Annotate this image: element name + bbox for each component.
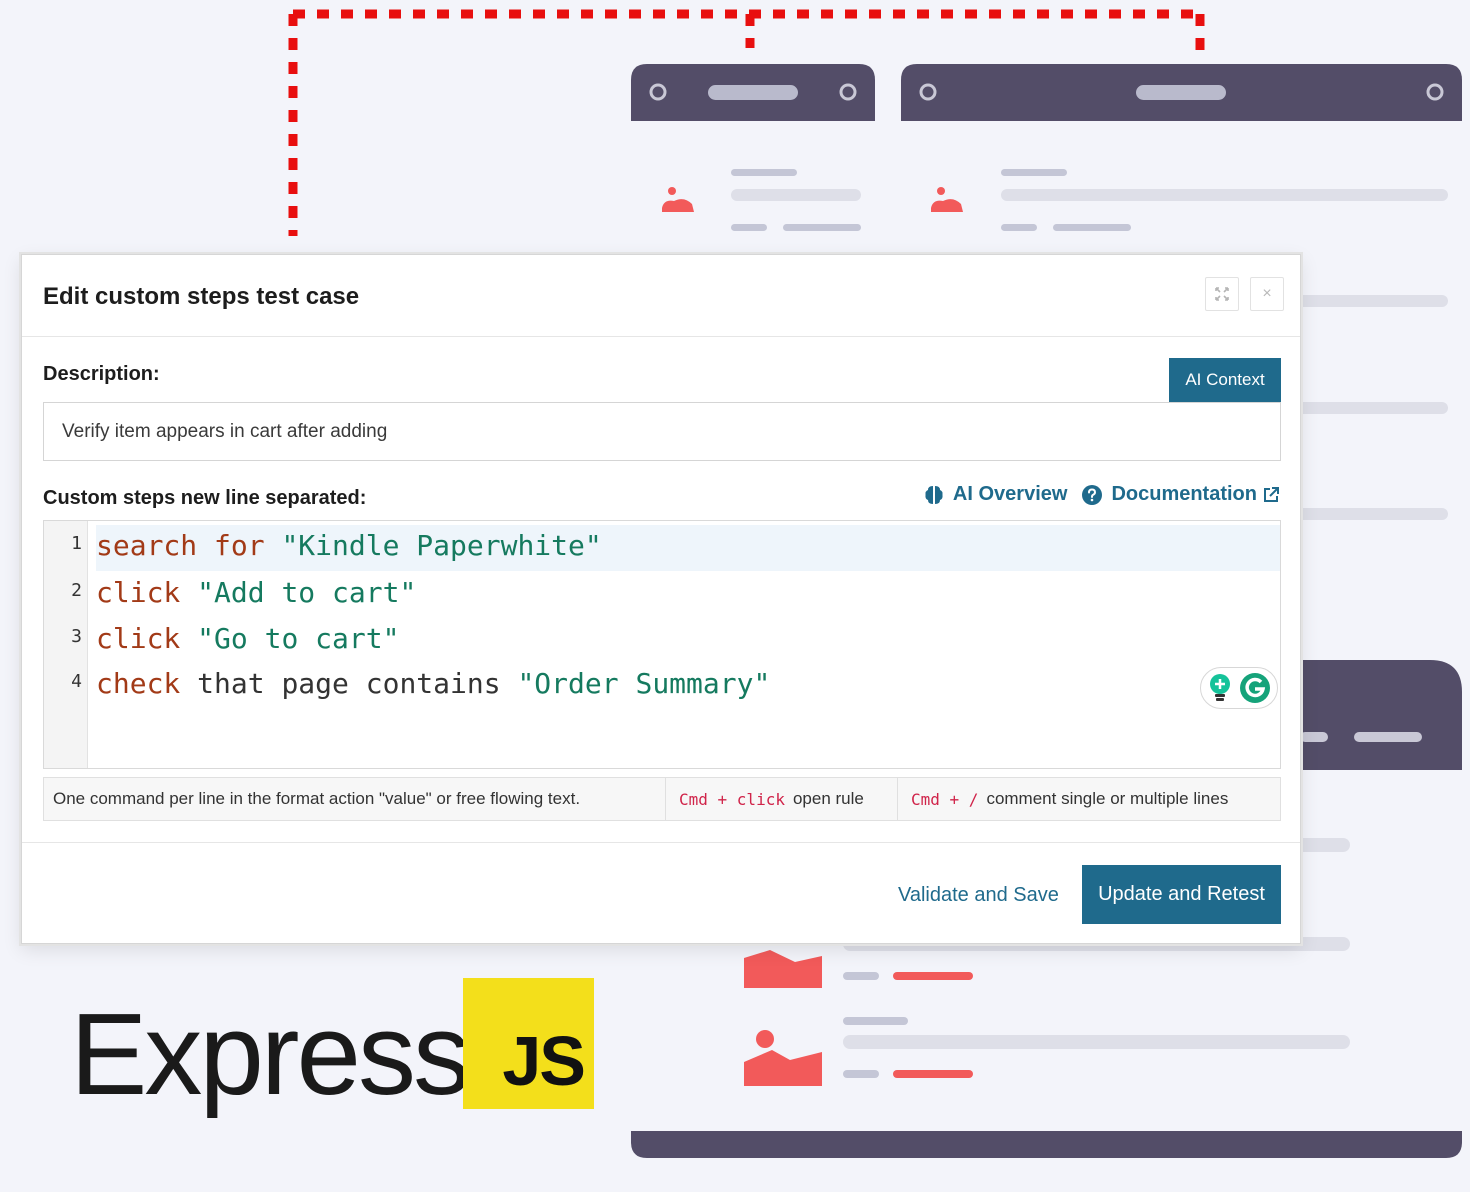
- line-number: 3: [71, 626, 82, 647]
- open-rule-hint: Cmd + click open rule: [665, 778, 897, 820]
- dotted-connector: [288, 9, 1205, 236]
- code-line[interactable]: 4 check that page contains "Order Summar…: [44, 663, 1280, 709]
- expand-button[interactable]: [1205, 277, 1239, 311]
- external-link-icon: [1264, 486, 1279, 502]
- close-button[interactable]: ×: [1250, 277, 1284, 311]
- wireframe-window-3: [1290, 660, 1462, 770]
- line-number: 2: [71, 580, 82, 601]
- step-value: "Add to cart": [197, 576, 417, 609]
- step-keyword: click: [96, 576, 181, 609]
- format-hint: One command per line in the format actio…: [44, 778, 665, 820]
- update-and-retest-button[interactable]: Update and Retest: [1082, 865, 1281, 924]
- line-number: 1: [71, 533, 82, 554]
- step-value: "Go to cart": [197, 622, 400, 655]
- editor-hints-bar: One command per line in the format actio…: [43, 777, 1281, 821]
- lightbulb-icon: [1210, 674, 1230, 701]
- close-icon: ×: [1262, 285, 1272, 302]
- step-text: that page contains: [197, 667, 501, 700]
- grammarly-icon: [1240, 673, 1270, 703]
- js-logo: JS: [463, 978, 594, 1109]
- line-number: 4: [71, 671, 82, 692]
- documentation-link[interactable]: Documentation: [1081, 483, 1280, 506]
- step-keyword: click: [96, 622, 181, 655]
- js-logo-text: JS: [502, 1022, 586, 1100]
- format-hint-text: One command per line in the format actio…: [53, 789, 581, 808]
- step-keyword: check: [96, 667, 181, 700]
- ai-overview-link[interactable]: AI Overview: [923, 483, 1068, 506]
- grammarly-widget[interactable]: [1200, 667, 1278, 709]
- comment-text: comment single or multiple lines: [986, 789, 1229, 808]
- brain-icon: [925, 485, 943, 504]
- custom-steps-label: Custom steps new line separated:: [43, 487, 367, 509]
- edit-test-case-modal: Edit custom steps test case × Descriptio…: [21, 254, 1301, 944]
- description-label: Description:: [43, 363, 160, 385]
- description-input[interactable]: [43, 402, 1281, 461]
- documentation-label: Documentation: [1111, 483, 1257, 505]
- comment-shortcut: Cmd + /: [911, 789, 979, 809]
- ai-context-button[interactable]: AI Context: [1169, 358, 1281, 402]
- express-logo: Express: [70, 989, 471, 1119]
- code-editor[interactable]: 1 search for "Kindle Paperwhite" 2 click…: [43, 520, 1281, 769]
- modal-title: Edit custom steps test case: [43, 283, 360, 310]
- code-line[interactable]: 3 click "Go to cart": [44, 618, 1280, 664]
- comment-hint: Cmd + / comment single or multiple lines: [897, 778, 1280, 820]
- code-line[interactable]: 2 click "Add to cart": [44, 572, 1280, 618]
- modal-header: Edit custom steps test case ×: [22, 255, 1300, 337]
- open-rule-shortcut: Cmd + click: [679, 789, 785, 809]
- step-keyword: search for: [96, 529, 265, 562]
- validate-and-save-button[interactable]: Validate and Save: [882, 875, 1075, 915]
- wireframe-window-1: [631, 64, 875, 231]
- open-rule-text: open rule: [792, 789, 864, 808]
- modal-footer: Validate and Save Update and Retest: [22, 842, 1300, 944]
- step-value: "Order Summary": [517, 667, 771, 700]
- ai-overview-label: AI Overview: [952, 483, 1068, 505]
- code-line[interactable]: 1 search for "Kindle Paperwhite": [44, 525, 1280, 571]
- expand-icon: [1215, 287, 1229, 301]
- help-links: AI Overview Documentation: [923, 483, 1280, 506]
- question-circle-icon: [1082, 484, 1103, 505]
- step-value: "Kindle Paperwhite": [281, 529, 602, 562]
